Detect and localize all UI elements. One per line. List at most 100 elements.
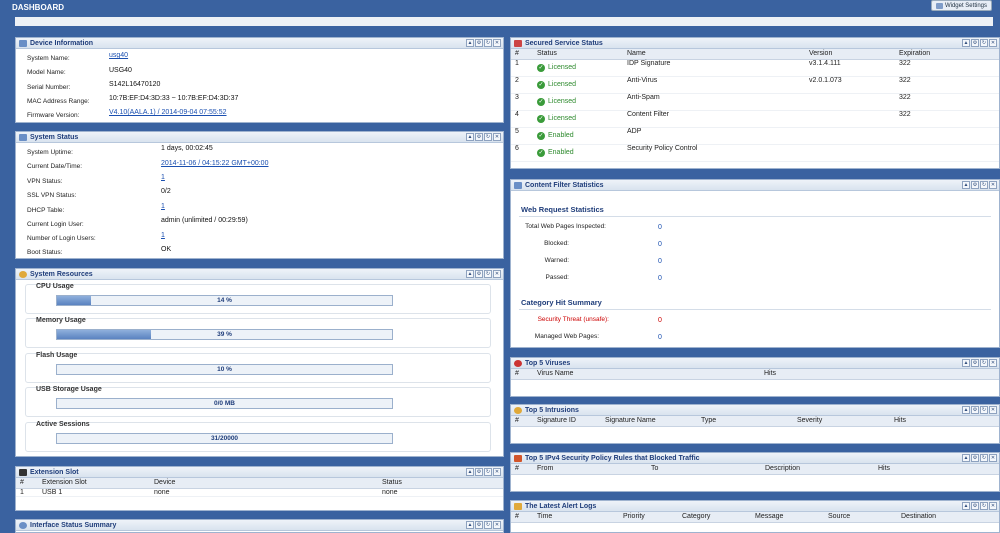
close-icon[interactable]: ✕	[493, 270, 501, 278]
gear-icon[interactable]: ⚙	[971, 406, 979, 414]
status-cell: ✓ Enabled	[533, 127, 623, 145]
gear-icon[interactable]: ⚙	[971, 181, 979, 189]
column-header[interactable]: Version	[805, 49, 895, 60]
collapse-icon[interactable]: ▲	[962, 39, 970, 47]
dhcp-table-value[interactable]: 1	[161, 203, 165, 210]
collapse-icon[interactable]: ▲	[466, 133, 474, 141]
column-header[interactable]: Time	[533, 512, 619, 523]
close-icon[interactable]: ✕	[989, 454, 997, 462]
panel-header: Secured Service Status ▲ ⚙ ↻ ✕	[511, 38, 999, 49]
alert-icon	[514, 502, 522, 510]
collapse-icon[interactable]: ▲	[466, 270, 474, 278]
column-header[interactable]: Source	[824, 512, 897, 523]
refresh-icon[interactable]: ↻	[980, 406, 988, 414]
column-header[interactable]: Hits	[890, 416, 999, 427]
gear-icon[interactable]: ⚙	[475, 521, 483, 529]
column-header[interactable]: Category	[678, 512, 751, 523]
collapse-icon[interactable]: ▲	[466, 468, 474, 476]
table-header-row: # Virus Name Hits	[511, 369, 999, 380]
column-header[interactable]: Expiration	[895, 49, 999, 60]
column-header[interactable]: #	[511, 512, 533, 523]
column-header[interactable]: Signature ID	[533, 416, 601, 427]
panel-header: System Resources ▲ ⚙ ↻ ✕	[16, 269, 503, 280]
column-header[interactable]: #	[16, 478, 38, 489]
gear-icon[interactable]: ⚙	[971, 39, 979, 47]
collapse-icon[interactable]: ▲	[962, 502, 970, 510]
column-header[interactable]: Device	[150, 478, 378, 489]
panel-title: Top 5 Intrusions	[525, 406, 579, 414]
datetime-value[interactable]: 2014-11-06 / 04:15:22 GMT+00:00	[161, 160, 268, 167]
collapse-icon[interactable]: ▲	[466, 521, 474, 529]
toolbar-strip	[15, 17, 993, 26]
widget-settings-button[interactable]: Widget Settings	[930, 0, 992, 11]
refresh-icon[interactable]: ↻	[980, 502, 988, 510]
gear-icon[interactable]: ⚙	[475, 133, 483, 141]
close-icon[interactable]: ✕	[989, 39, 997, 47]
table-row[interactable]: 5 ✓ Enabled ADP	[511, 127, 999, 145]
column-header[interactable]: Name	[623, 49, 805, 60]
table-row[interactable]: 3 ✓ Licensed Anti-Spam 322	[511, 93, 999, 111]
refresh-icon[interactable]: ↻	[484, 270, 492, 278]
panel-header: Extension Slot ▲ ⚙ ↻ ✕	[16, 467, 503, 478]
gear-icon[interactable]: ⚙	[971, 359, 979, 367]
close-icon[interactable]: ✕	[493, 468, 501, 476]
column-header[interactable]: Extension Slot	[38, 478, 150, 489]
column-header[interactable]: Hits	[760, 369, 999, 380]
vpn-status-value[interactable]: 1	[161, 174, 165, 181]
collapse-icon[interactable]: ▲	[962, 454, 970, 462]
table-row[interactable]: 1 USB 1 none none	[16, 488, 503, 497]
column-header[interactable]: Destination	[897, 512, 999, 523]
collapse-icon[interactable]: ▲	[466, 39, 474, 47]
column-header[interactable]: To	[647, 464, 761, 475]
column-header[interactable]: Type	[697, 416, 793, 427]
column-header[interactable]: Severity	[793, 416, 890, 427]
close-icon[interactable]: ✕	[989, 502, 997, 510]
passed-label: Passed:	[545, 274, 570, 281]
column-header[interactable]: Priority	[619, 512, 678, 523]
gear-icon[interactable]: ⚙	[971, 502, 979, 510]
column-header[interactable]: Status	[533, 49, 623, 60]
close-icon[interactable]: ✕	[989, 406, 997, 414]
column-header[interactable]: #	[511, 369, 533, 380]
column-header[interactable]: Signature Name	[601, 416, 697, 427]
collapse-icon[interactable]: ▲	[962, 406, 970, 414]
column-header[interactable]: From	[533, 464, 647, 475]
usb-storage-group: USB Storage Usage 0/0 MB	[25, 386, 491, 417]
close-icon[interactable]: ✕	[493, 133, 501, 141]
column-header[interactable]: Message	[751, 512, 824, 523]
table-row[interactable]: 1 ✓ Licensed IDP Signature v3.1.4.111 322	[511, 59, 999, 77]
column-header[interactable]: Hits	[874, 464, 999, 475]
gear-icon[interactable]: ⚙	[475, 468, 483, 476]
column-header[interactable]: Description	[761, 464, 874, 475]
refresh-icon[interactable]: ↻	[484, 133, 492, 141]
gear-icon[interactable]: ⚙	[475, 39, 483, 47]
refresh-icon[interactable]: ↻	[980, 181, 988, 189]
column-header[interactable]: #	[511, 49, 533, 60]
refresh-icon[interactable]: ↻	[980, 454, 988, 462]
login-count-value[interactable]: 1	[161, 232, 165, 239]
refresh-icon[interactable]: ↻	[484, 468, 492, 476]
firmware-version-value[interactable]: V4.10(AALA.1) / 2014-09-04 07:55:52	[109, 109, 227, 116]
collapse-icon[interactable]: ▲	[962, 181, 970, 189]
refresh-icon[interactable]: ↻	[484, 521, 492, 529]
close-icon[interactable]: ✕	[493, 39, 501, 47]
gear-icon[interactable]: ⚙	[475, 270, 483, 278]
close-icon[interactable]: ✕	[493, 521, 501, 529]
close-icon[interactable]: ✕	[989, 359, 997, 367]
refresh-icon[interactable]: ↻	[980, 39, 988, 47]
collapse-icon[interactable]: ▲	[962, 359, 970, 367]
table-header-row: # Status Name Version Expiration	[511, 49, 999, 60]
refresh-icon[interactable]: ↻	[484, 39, 492, 47]
column-header[interactable]: Status	[378, 478, 503, 489]
table-row[interactable]: 6 ✓ Enabled Security Policy Control	[511, 144, 999, 162]
system-name-value[interactable]: usg40	[109, 52, 128, 59]
table-row[interactable]: 4 ✓ Licensed Content Filter 322	[511, 110, 999, 128]
refresh-icon[interactable]: ↻	[980, 359, 988, 367]
column-header[interactable]: #	[511, 464, 533, 475]
column-header[interactable]: Virus Name	[533, 369, 760, 380]
column-header[interactable]: #	[511, 416, 533, 427]
table-cell: Anti-Virus	[623, 76, 805, 94]
gear-icon[interactable]: ⚙	[971, 454, 979, 462]
close-icon[interactable]: ✕	[989, 181, 997, 189]
table-row[interactable]: 2 ✓ Licensed Anti-Virus v2.0.1.073 322	[511, 76, 999, 94]
